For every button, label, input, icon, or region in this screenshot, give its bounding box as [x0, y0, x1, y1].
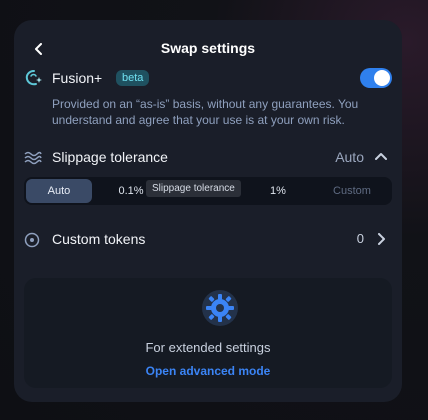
custom-tokens-count: 0 [356, 231, 364, 246]
advanced-mode-card: For extended settings Open advanced mode [24, 278, 392, 388]
slippage-label: Slippage tolerance [52, 149, 168, 165]
slippage-tooltip: Slippage tolerance [146, 180, 241, 197]
collapse-slippage-button[interactable] [372, 148, 390, 166]
slippage-row[interactable]: Slippage tolerance Auto [24, 148, 392, 170]
gear-icon [202, 290, 238, 326]
custom-tokens-nav[interactable] [372, 230, 390, 248]
header: Swap settings [14, 38, 402, 62]
fusion-row: Fusion+ beta [24, 68, 392, 92]
slippage-value: Auto [335, 149, 364, 165]
swap-settings-panel: Swap settings Fusion+ beta Provided on a… [14, 20, 402, 402]
fusion-toggle[interactable] [360, 68, 392, 88]
toggle-knob [374, 70, 390, 86]
custom-tokens-row[interactable]: Custom tokens 0 [24, 230, 392, 252]
chevron-right-icon [378, 233, 385, 245]
beta-badge: beta [116, 70, 150, 86]
custom-tokens-label: Custom tokens [52, 231, 146, 247]
waves-icon [24, 151, 42, 165]
fusion-sparkle-icon [25, 70, 42, 86]
chevron-up-icon [375, 153, 387, 160]
slippage-option-1[interactable]: 1% [268, 177, 288, 205]
advanced-mode-text: For extended settings [145, 340, 271, 355]
slippage-custom-input[interactable]: Custom [328, 177, 376, 205]
slippage-option-auto[interactable]: Auto [26, 179, 92, 203]
open-advanced-mode-link[interactable]: Open advanced mode [24, 364, 392, 378]
circle-dot-icon [24, 232, 40, 248]
slippage-option-0.1[interactable]: 0.1% [116, 177, 146, 205]
fusion-disclaimer: Provided on an “as-is” basis, without an… [52, 97, 359, 127]
fusion-label: Fusion+ [52, 70, 103, 86]
page-title: Swap settings [160, 40, 256, 56]
